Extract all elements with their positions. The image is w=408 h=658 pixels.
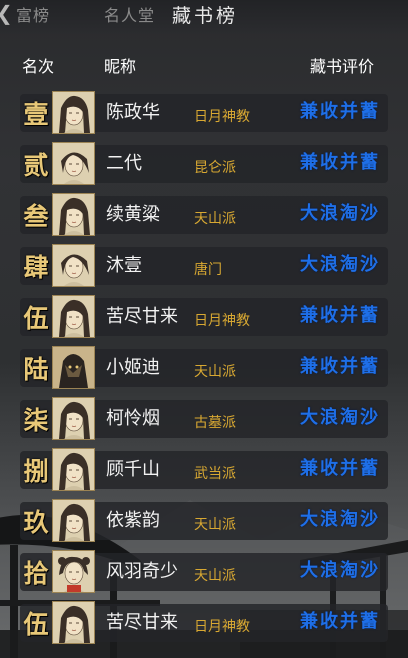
rank-numeral: 陆 xyxy=(23,355,49,384)
collection-rating: 兼收并蓄 xyxy=(300,611,380,632)
rank-numeral: 壹 xyxy=(23,100,49,129)
tab-collection-ranking[interactable]: 藏书榜 xyxy=(172,4,238,28)
rank-column-header: 名次 xyxy=(22,57,55,76)
player-sect: 日月神教 xyxy=(194,109,250,125)
player-nickname: 陈政华 xyxy=(106,102,160,123)
rank-numeral: 柒 xyxy=(23,406,49,435)
portrait-female-icon[interactable] xyxy=(52,601,95,644)
player-sect: 天山派 xyxy=(194,568,236,584)
player-nickname: 二代 xyxy=(106,153,142,174)
player-sect: 昆仑派 xyxy=(194,160,236,176)
portrait-male-icon[interactable] xyxy=(52,244,95,287)
ranking-row-7[interactable]: 柒 柯怜烟 古墓派 大浪淘沙 xyxy=(0,397,408,448)
player-nickname: 柯怜烟 xyxy=(106,408,160,429)
collection-rating: 兼收并蓄 xyxy=(300,356,380,377)
ranking-row-6[interactable]: 陆 小姬迪 天山派 兼收并蓄 xyxy=(0,346,408,397)
player-nickname: 苦尽甘来 xyxy=(106,612,178,633)
portrait-female-icon[interactable] xyxy=(52,397,95,440)
rank-numeral: 贰 xyxy=(23,151,49,180)
portrait-female-icon[interactable] xyxy=(52,91,95,134)
player-nickname: 苦尽甘来 xyxy=(106,306,178,327)
ranking-list: 壹 陈政华 日月神教 兼收并蓄 贰 二代 昆仑派 兼收并蓄 叁 续黄粱 天山派 … xyxy=(0,91,408,652)
player-nickname: 风羽奇少 xyxy=(106,561,178,582)
ranking-row-4[interactable]: 肆 沐壹 唐门 大浪淘沙 xyxy=(0,244,408,295)
rank-numeral: 肆 xyxy=(23,253,49,282)
rank-numeral: 捌 xyxy=(23,457,49,486)
portrait-female-icon[interactable] xyxy=(52,499,95,542)
ranking-row-8[interactable]: 捌 顾千山 武当派 兼收并蓄 xyxy=(0,448,408,499)
ranking-row-11[interactable]: 伍 苦尽甘来 日月神教 兼收并蓄 xyxy=(0,601,408,652)
player-nickname: 续黄粱 xyxy=(106,204,160,225)
ranking-row-3[interactable]: 叁 续黄粱 天山派 大浪淘沙 xyxy=(0,193,408,244)
portrait-girl-icon[interactable] xyxy=(52,550,95,593)
nickname-column-header: 昵称 xyxy=(104,57,137,76)
rank-numeral: 叁 xyxy=(23,202,49,231)
collection-rating: 兼收并蓄 xyxy=(300,458,380,479)
player-nickname: 小姬迪 xyxy=(106,357,160,378)
player-sect: 武当派 xyxy=(194,466,236,482)
player-nickname: 依紫韵 xyxy=(106,510,160,531)
collection-rating: 兼收并蓄 xyxy=(300,101,380,122)
player-sect: 天山派 xyxy=(194,211,236,227)
player-sect: 天山派 xyxy=(194,517,236,533)
player-nickname: 沐壹 xyxy=(106,255,142,276)
collection-rating: 大浪淘沙 xyxy=(300,203,380,224)
portrait-female-icon[interactable] xyxy=(52,193,95,236)
tab-hall-of-fame[interactable]: 名人堂 xyxy=(104,4,155,28)
tab-wealth-ranking[interactable]: 富榜 xyxy=(16,4,50,28)
collection-rating: 大浪淘沙 xyxy=(300,560,380,581)
portrait-male-icon[interactable] xyxy=(52,142,95,185)
rank-numeral: 伍 xyxy=(23,610,49,639)
collection-ranking-screen: ❮ 富榜 名人堂 藏书榜 名次 昵称 藏书评价 壹 陈政华 日月神教 兼收并蓄 … xyxy=(0,0,408,658)
top-tab-bar: ❮ 富榜 名人堂 藏书榜 xyxy=(0,0,408,34)
portrait-female-icon[interactable] xyxy=(52,448,95,491)
player-sect: 古墓派 xyxy=(194,415,236,431)
player-nickname: 顾千山 xyxy=(106,459,160,480)
collection-rating: 大浪淘沙 xyxy=(300,254,380,275)
collection-rating-column-header: 藏书评价 xyxy=(310,57,375,76)
rank-numeral: 玖 xyxy=(23,508,49,537)
player-sect: 日月神教 xyxy=(194,313,250,329)
back-arrow-icon[interactable]: ❮ xyxy=(0,2,16,24)
collection-rating: 大浪淘沙 xyxy=(300,407,380,428)
collection-rating: 兼收并蓄 xyxy=(300,152,380,173)
collection-rating: 兼收并蓄 xyxy=(300,305,380,326)
portrait-female-icon[interactable] xyxy=(52,295,95,338)
ranking-row-9[interactable]: 玖 依紫韵 天山派 大浪淘沙 xyxy=(0,499,408,550)
rank-numeral: 拾 xyxy=(23,559,49,588)
rank-numeral: 伍 xyxy=(23,304,49,333)
portrait-masked-icon[interactable] xyxy=(52,346,95,389)
ranking-row-2[interactable]: 贰 二代 昆仑派 兼收并蓄 xyxy=(0,142,408,193)
player-sect: 天山派 xyxy=(194,364,236,380)
collection-rating: 大浪淘沙 xyxy=(300,509,380,530)
player-sect: 日月神教 xyxy=(194,619,250,635)
player-sect: 唐门 xyxy=(194,262,222,278)
ranking-row-10[interactable]: 拾 风羽奇少 天山派 大浪淘沙 xyxy=(0,550,408,601)
ranking-row-5[interactable]: 伍 苦尽甘来 日月神教 兼收并蓄 xyxy=(0,295,408,346)
ranking-row-1[interactable]: 壹 陈政华 日月神教 兼收并蓄 xyxy=(0,91,408,142)
